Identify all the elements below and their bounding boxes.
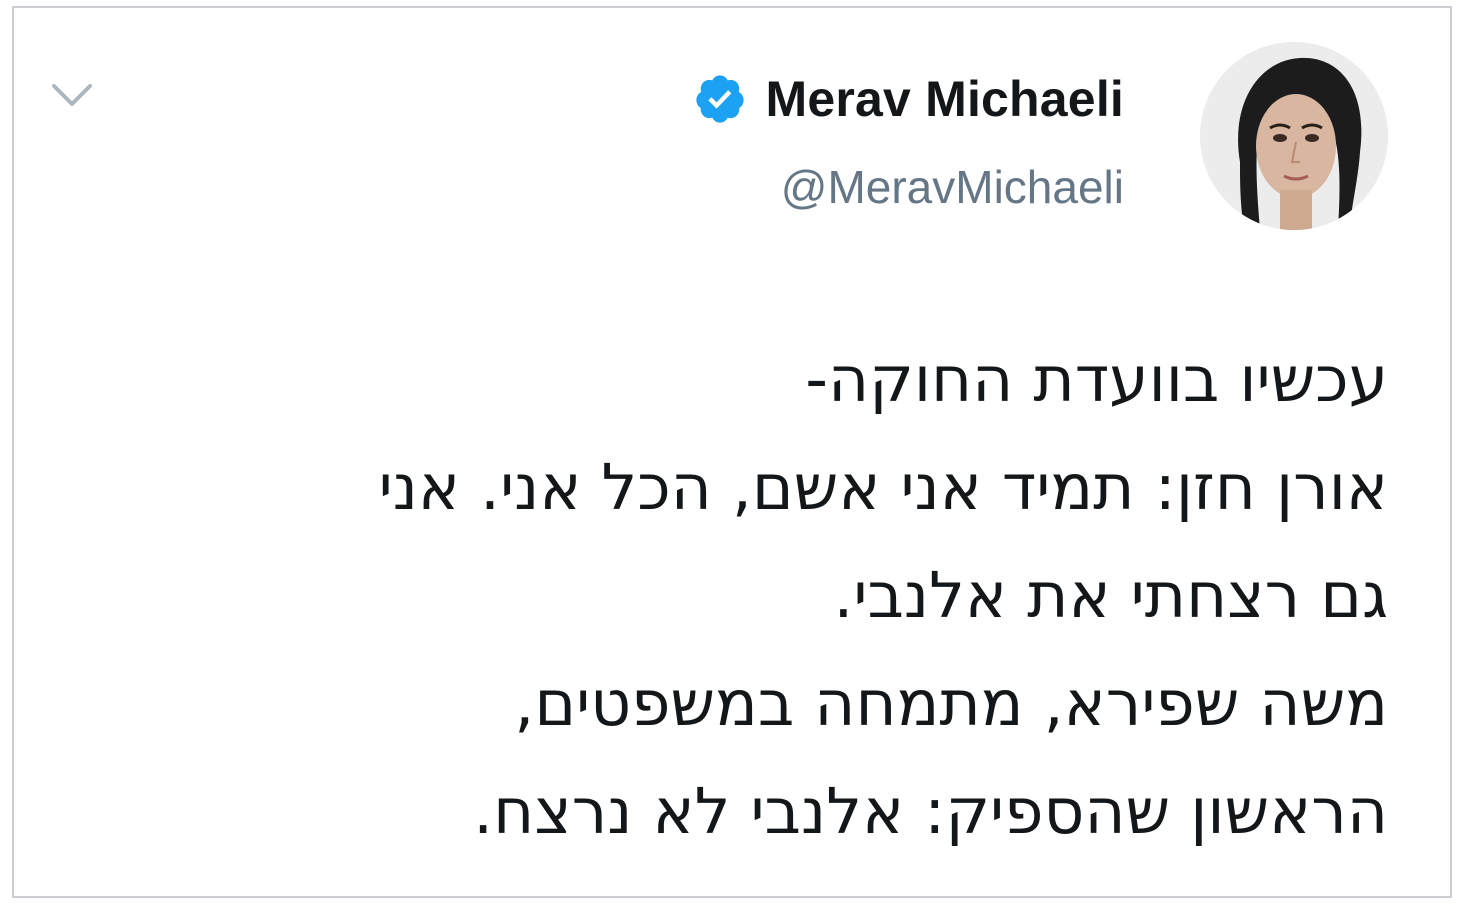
tweet-text: עכשיו בוועדת החוקה- אורן חזן: תמיד אני א…: [48, 326, 1388, 866]
author-display-name[interactable]: Merav Michaeli: [765, 70, 1124, 128]
tweet-text-line: הראשון שהספיק: אלנבי לא נרצח.: [473, 775, 1388, 848]
avatar[interactable]: [1200, 42, 1388, 230]
tweet-text-line: עכשיו בוועדת החוקה-: [805, 343, 1388, 416]
verified-badge-icon: [696, 75, 745, 123]
tweet-text-line: אורן חזן: תמיד אני אשם, הכל אני. אני: [378, 451, 1388, 524]
tweet-text-line: גם רצחתי את אלנבי.: [833, 559, 1388, 632]
profile-photo-icon: [1200, 42, 1388, 230]
tweet-text-line: משה שפירא, מתמחה במשפטים,: [514, 667, 1388, 740]
tweet-card: Merav Michaeli @MeravMichaeli עכשיו בווע…: [12, 6, 1452, 898]
chevron-down-icon[interactable]: [50, 72, 94, 116]
author-handle[interactable]: @MeravMichaeli: [781, 160, 1124, 214]
author-name-row[interactable]: Merav Michaeli: [693, 70, 1124, 128]
